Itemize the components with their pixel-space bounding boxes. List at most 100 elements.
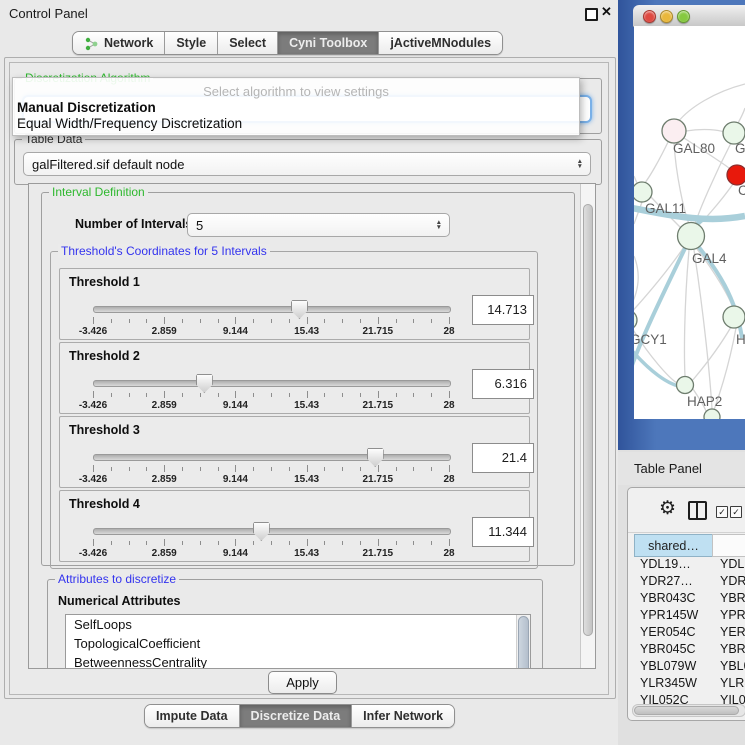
threshold-3-value-field[interactable]: 21.4	[472, 443, 534, 473]
threshold-4-slider[interactable]: -3.4262.8599.14415.4321.71528	[93, 523, 449, 561]
table-data-combobox[interactable]: galFiltered.sif default node ▲▼	[23, 152, 591, 176]
close-traffic-light[interactable]	[643, 10, 656, 23]
table-row[interactable]: YBL079W YBL0	[634, 659, 745, 676]
settings-scrollpane: Interval Definition Number of Intervals …	[28, 183, 596, 669]
slider-tick-labels: -3.4262.8599.14415.4321.71528	[93, 400, 449, 412]
node-label: H	[736, 332, 745, 347]
threshold-4-label: Threshold 4	[69, 497, 140, 511]
network-window: GAL80 G C GAL11 GAL4 GCY1 H HAP2	[618, 0, 745, 450]
checkbox-icon[interactable]: ✓	[730, 506, 742, 518]
node-label: GAL80	[673, 141, 715, 156]
node-bottom[interactable]	[704, 409, 720, 419]
tab-network[interactable]: Network	[73, 32, 165, 54]
threshold-1-value-field[interactable]: 14.713	[472, 295, 534, 325]
control-panel: Control Panel ✕ Network Style Select Cyn…	[0, 0, 619, 745]
slider-tick-labels: -3.4262.8599.14415.4321.71528	[93, 474, 449, 486]
threshold-1-panel: Threshold 1 -3.4262.8599.14415.4321.7152…	[59, 268, 530, 340]
network-canvas[interactable]: GAL80 G C GAL11 GAL4 GCY1 H HAP2	[634, 26, 745, 419]
tab-impute-data[interactable]: Impute Data	[145, 705, 240, 727]
table-rows: YDL19… YDL1 YDR27… YDR2 YBR043C YBR0 YPR…	[634, 557, 745, 707]
thresholds-title: Threshold's Coordinates for 5 Intervals	[58, 244, 270, 258]
tab-jactivemnodules[interactable]: jActiveMNodules	[379, 32, 502, 54]
settings-vertical-scrollbar[interactable]	[580, 184, 595, 668]
node-label: GAL4	[692, 251, 727, 266]
list-item[interactable]: TopologicalCoefficient	[66, 634, 530, 653]
toolbox-tab-bar: Network Style Select Cyni Toolbox jActiv…	[72, 31, 503, 55]
node-gal11[interactable]	[634, 182, 652, 202]
algorithm-hint: Select algorithm to view settings	[13, 78, 579, 99]
node-gal80[interactable]	[662, 119, 686, 143]
threshold-4-value-field[interactable]: 11.344	[472, 517, 534, 547]
number-of-intervals-combobox[interactable]: 5 ▲▼	[187, 213, 450, 237]
table-panel-titlebar: Table Panel	[618, 452, 745, 485]
threshold-3-label: Threshold 3	[69, 423, 140, 437]
threshold-2-panel: Threshold 2 -3.4262.8599.14415.4321.7152…	[59, 342, 530, 414]
node-gal4[interactable]	[678, 223, 705, 250]
threshold-1-slider[interactable]: -3.4262.8599.14415.4321.71528	[93, 301, 449, 339]
thresholds-group: Threshold's Coordinates for 5 Intervals …	[50, 251, 538, 569]
tab-select[interactable]: Select	[218, 32, 278, 54]
network-window-titlebar[interactable]	[633, 5, 745, 27]
slider-track[interactable]	[93, 380, 451, 387]
tab-style[interactable]: Style	[165, 32, 218, 54]
table-row[interactable]: YER054C YER0	[634, 625, 745, 642]
column-header-name[interactable]: n	[712, 534, 745, 557]
slider-track[interactable]	[93, 306, 451, 313]
table-row[interactable]: YPR145W YPR1	[634, 608, 745, 625]
network-icon	[84, 36, 99, 51]
stepper-icon: ▲▼	[436, 214, 442, 236]
tab-infer-network[interactable]: Infer Network	[352, 705, 454, 727]
close-icon[interactable]: ✕	[601, 4, 612, 20]
list-item[interactable]: SelfLoops	[66, 615, 530, 634]
slider-track[interactable]	[93, 454, 451, 461]
attributes-group: Attributes to discretize Numerical Attri…	[47, 579, 543, 669]
table-row[interactable]: YLR345W YLR3	[634, 676, 745, 693]
menu-item-equal-width-frequency[interactable]: Equal Width/Frequency Discretization	[13, 115, 579, 131]
zoom-traffic-light[interactable]	[677, 10, 690, 23]
panel-title: Control Panel	[9, 6, 88, 21]
node-label: GAL11	[645, 201, 686, 216]
threshold-2-value-field[interactable]: 6.316	[472, 369, 534, 399]
slider-tick-labels: -3.4262.8599.14415.4321.71528	[93, 548, 449, 560]
node-h[interactable]	[723, 306, 745, 328]
float-window-icon[interactable]	[585, 8, 598, 21]
list-scrollbar[interactable]	[516, 615, 530, 669]
algorithm-dropdown-popup: Select algorithm to view settings Manual…	[12, 77, 580, 136]
table-data-group: Table Data galFiltered.sif default node …	[14, 139, 602, 185]
slider-ticks	[93, 539, 449, 547]
scrollbar-thumb[interactable]	[583, 204, 593, 636]
table-horizontal-scrollbar[interactable]	[632, 704, 745, 717]
table-row[interactable]: YBR045C YBR0	[634, 642, 745, 659]
control-panel-titlebar: Control Panel ✕	[0, 0, 619, 27]
menu-item-manual-discretization[interactable]: Manual Discretization	[13, 99, 579, 115]
number-of-intervals-label: Number of Intervals	[75, 217, 192, 231]
apply-button[interactable]: Apply	[268, 671, 337, 694]
threshold-2-slider[interactable]: -3.4262.8599.14415.4321.71528	[93, 375, 449, 413]
table-row[interactable]: YDL19… YDL1	[634, 557, 745, 574]
node-label: HAP2	[687, 394, 722, 409]
table-row[interactable]: YBR043C YBR0	[634, 591, 745, 608]
slider-ticks	[93, 317, 449, 325]
attributes-title: Attributes to discretize	[55, 572, 179, 586]
scrollbar-thumb[interactable]	[634, 706, 739, 715]
column-header-shared-name[interactable]: shared…	[634, 534, 713, 557]
minimize-traffic-light[interactable]	[660, 10, 673, 23]
list-item[interactable]: BetweennessCentrality	[66, 653, 530, 669]
threshold-3-slider[interactable]: -3.4262.8599.14415.4321.71528	[93, 449, 449, 487]
tab-cyni-toolbox[interactable]: Cyni Toolbox	[278, 32, 379, 54]
checkbox-icon[interactable]: ✓	[716, 506, 728, 518]
node-gcy1[interactable]	[634, 310, 637, 330]
numerical-attributes-list[interactable]: SelfLoopsTopologicalCoefficientBetweenne…	[65, 614, 531, 669]
split-columns-icon[interactable]	[688, 501, 707, 520]
slider-track[interactable]	[93, 528, 451, 535]
node-red[interactable]	[727, 165, 745, 185]
slider-ticks	[93, 391, 449, 399]
stepper-icon: ▲▼	[577, 153, 583, 175]
tab-discretize-data[interactable]: Discretize Data	[240, 705, 353, 727]
scrollbar-thumb[interactable]	[518, 616, 529, 669]
numerical-attributes-label: Numerical Attributes	[58, 594, 180, 608]
node-hap2[interactable]	[677, 377, 694, 394]
table-row[interactable]: YDR27… YDR2	[634, 574, 745, 591]
gear-icon[interactable]: ⚙	[659, 497, 676, 520]
threshold-4-panel: Threshold 4 -3.4262.8599.14415.4321.7152…	[59, 490, 530, 562]
